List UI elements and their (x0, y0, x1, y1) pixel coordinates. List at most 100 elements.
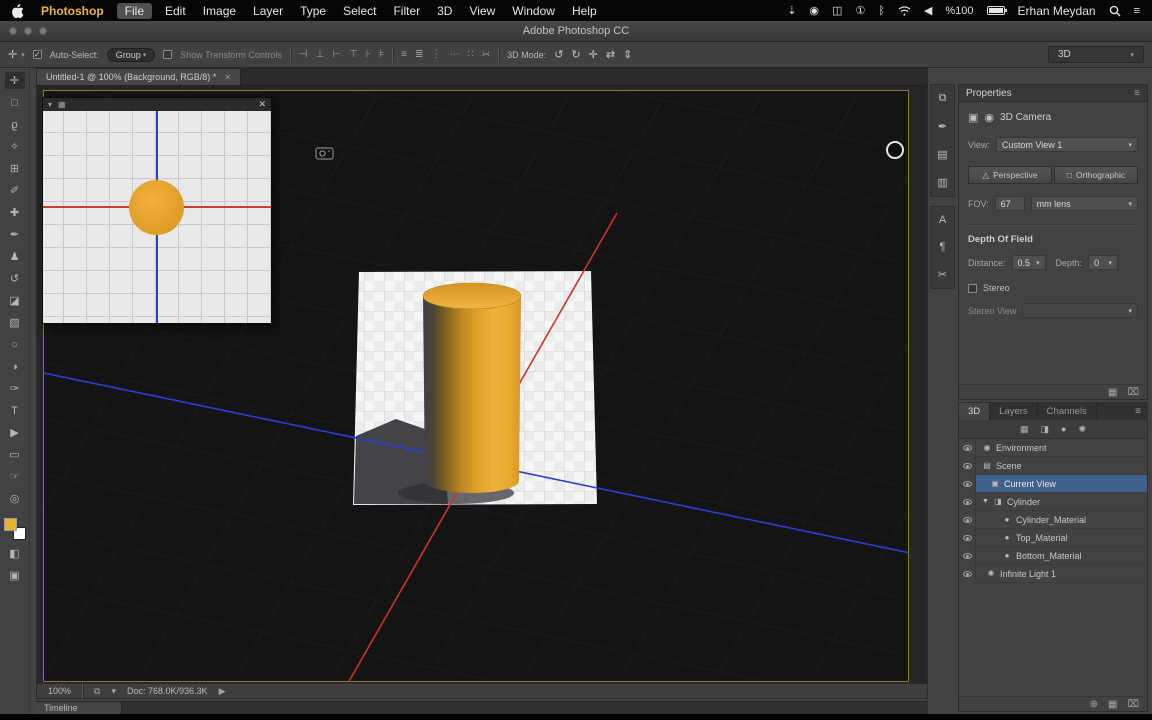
secondary-view-canvas[interactable] (43, 111, 271, 323)
screen-mode-icon[interactable]: ▣ (5, 567, 25, 584)
panel-menu-icon[interactable]: ≡ (1134, 88, 1140, 99)
expander-icon[interactable]: ▼ (982, 498, 989, 505)
move-tool[interactable]: ✛ (5, 72, 25, 89)
hand-tool[interactable]: ☞ (5, 468, 25, 485)
align-top-edges-icon[interactable]: ⊤ (349, 49, 358, 60)
align-vertical-centers-icon[interactable]: ⊥ (316, 49, 325, 60)
properties-header[interactable]: Properties ≡ (959, 85, 1147, 102)
scene-item-cylinder-material[interactable]: ● Cylinder_Material (959, 511, 1147, 529)
stereo-checkbox[interactable] (968, 284, 977, 293)
zoom-level[interactable]: 100% (48, 686, 71, 696)
info-menu-icon[interactable]: ① (855, 4, 865, 17)
auto-select-target-dropdown[interactable]: Group ▾ (107, 48, 156, 62)
menu-layer[interactable]: Layer (253, 4, 283, 18)
lens-dropdown[interactable]: mm lens ▾ (1031, 196, 1138, 211)
align-left-edges-icon[interactable]: ⊣ (299, 49, 308, 60)
show-transform-checkbox[interactable] (163, 50, 172, 59)
menu-help[interactable]: Help (572, 4, 597, 18)
crop-tool[interactable]: ⊞ (5, 160, 25, 177)
perspective-button[interactable]: △ Perspective (968, 166, 1052, 184)
tab-layers[interactable]: Layers (990, 403, 1038, 420)
clone-stamp-tool[interactable]: ♟ (5, 248, 25, 265)
eraser-tool[interactable]: ◪ (5, 292, 25, 309)
wifi-menu-icon[interactable] (898, 6, 911, 16)
close-tab-icon[interactable]: ✕ (224, 73, 231, 82)
scene-item-cylinder[interactable]: ▼ ◨ Cylinder (959, 493, 1147, 511)
close-secondary-view-widget[interactable] (887, 142, 903, 158)
visibility-toggle[interactable] (959, 547, 976, 565)
history-brush-tool[interactable]: ↺ (5, 270, 25, 287)
distribute-left-icon[interactable]: ⋯ (449, 49, 459, 60)
swap-view-icon[interactable]: ▾ (48, 100, 52, 109)
slide-3d-icon[interactable]: ⇄ (606, 48, 615, 61)
menu-type[interactable]: Type (300, 4, 326, 18)
scene-item-scene[interactable]: ▤ Scene (959, 457, 1147, 475)
info-panel-icon[interactable]: ▥ (937, 176, 947, 189)
foreground-color-swatch[interactable] (4, 518, 17, 531)
depth-input[interactable]: 0 ▾ (1088, 255, 1118, 270)
brush-tool[interactable]: ✒ (5, 226, 25, 243)
render-icon[interactable]: ▦ (1108, 699, 1117, 710)
menu-filter[interactable]: Filter (393, 4, 420, 18)
camera-menu-icon[interactable]: ◉ (809, 4, 819, 17)
document-tab[interactable]: Untitled-1 @ 100% (Background, RGB/8) * … (37, 69, 241, 85)
distribute-top-icon[interactable]: ≡ (401, 49, 407, 60)
history-panel-icon[interactable]: ⧉ (939, 92, 947, 105)
gradient-tool[interactable]: ▨ (5, 314, 25, 331)
menu-edit[interactable]: Edit (165, 4, 186, 18)
canvas-3d-viewport[interactable]: ▾ ▦ ✕ (43, 90, 909, 682)
status-pages-icon[interactable]: ⧉ (94, 686, 100, 697)
brush-panel-icon[interactable]: ✒ (938, 120, 947, 133)
filter-scene-icon[interactable]: ▦ (1020, 424, 1029, 435)
filter-materials-icon[interactable]: ● (1061, 424, 1066, 434)
visibility-toggle[interactable] (959, 565, 976, 583)
scene-item-infinite-light[interactable]: ✺ Infinite Light 1 (959, 565, 1147, 583)
pen-tool[interactable]: ✑ (5, 380, 25, 397)
view-grid-icon[interactable]: ▦ (58, 100, 66, 109)
close-icon[interactable]: ✕ (258, 99, 266, 110)
menu-file[interactable]: File (117, 3, 152, 19)
quick-mask-icon[interactable]: ◧ (5, 545, 25, 562)
swatches-panel-icon[interactable]: ▤ (937, 148, 947, 161)
path-selection-tool[interactable]: ▶ (5, 424, 25, 441)
visibility-toggle[interactable] (959, 529, 976, 547)
visibility-toggle[interactable] (959, 511, 976, 529)
current-tool-icon[interactable]: ✛ (8, 48, 17, 61)
scale-3d-icon[interactable]: ⇕ (623, 48, 632, 61)
user-menu[interactable]: Erhan Meydan (1018, 4, 1096, 18)
stepper-icon[interactable]: ▾ (1031, 259, 1040, 267)
volume-menu-icon[interactable]: ◀ (924, 4, 932, 17)
filter-lights-icon[interactable]: ✺ (1078, 424, 1086, 435)
download-menu-icon[interactable]: ⇣ (787, 4, 796, 17)
tool-preset-chevron-icon[interactable]: ▾ (21, 51, 25, 59)
drag-3d-icon[interactable]: ✛ (589, 48, 598, 61)
blur-tool[interactable]: ○ (5, 336, 25, 353)
delete-icon[interactable]: ⌧ (1127, 387, 1139, 398)
align-horizontal-centers-icon[interactable]: ⊦ (366, 49, 371, 60)
secondary-view[interactable]: ▾ ▦ ✕ (42, 97, 272, 324)
menu-window[interactable]: Window (512, 4, 555, 18)
visibility-toggle[interactable] (959, 475, 976, 493)
fov-input[interactable]: 67 (995, 196, 1025, 211)
lasso-tool[interactable]: ϱ (5, 116, 25, 133)
visibility-toggle[interactable] (959, 457, 976, 475)
cylinder-3d-object[interactable] (423, 283, 521, 493)
stepper-icon[interactable]: ▾ (1104, 259, 1113, 267)
display-menu-icon[interactable]: ◫ (832, 4, 842, 17)
search-icon[interactable] (1109, 5, 1121, 17)
menu-photoshop[interactable]: Photoshop (41, 4, 104, 18)
scene-item-current-view[interactable]: ▣ Current View (959, 475, 1147, 493)
distance-input[interactable]: 0.5 ▾ (1012, 255, 1046, 270)
status-chevron-icon[interactable]: ▾ (111, 686, 116, 697)
distribute-right-icon[interactable]: ∺ (482, 49, 490, 60)
menu-view[interactable]: View (469, 4, 495, 18)
paragraph-panel-icon[interactable]: ¶ (940, 241, 946, 253)
workspace-switcher[interactable]: 3D ▾ (1048, 46, 1144, 63)
filter-meshes-icon[interactable]: ◨ (1041, 424, 1050, 435)
notification-center-icon[interactable]: ≡ (1134, 5, 1140, 17)
scene-item-top-material[interactable]: ● Top_Material (959, 529, 1147, 547)
measure-panel-icon[interactable]: ✂ (938, 268, 947, 281)
menu-select[interactable]: Select (343, 4, 376, 18)
menu-image[interactable]: Image (203, 4, 236, 18)
menu-3d[interactable]: 3D (437, 4, 452, 18)
